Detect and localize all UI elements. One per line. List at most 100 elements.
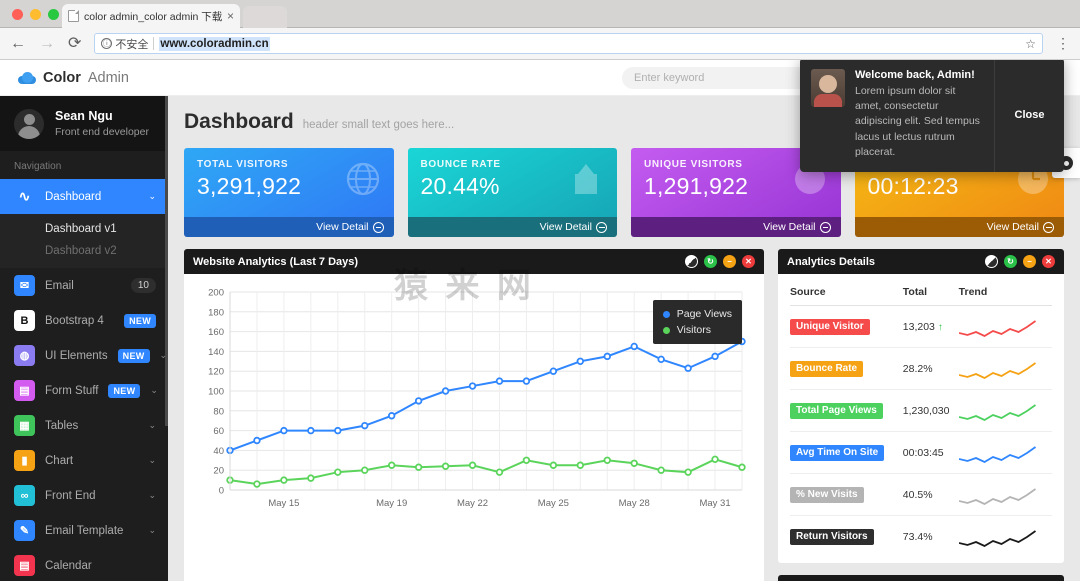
- sidebar-item-label: Calendar: [45, 559, 92, 572]
- maximize-window-button[interactable]: [48, 9, 59, 20]
- stat-card-footer[interactable]: View Detail: [854, 217, 1064, 237]
- new-tab-button[interactable]: [243, 6, 287, 28]
- panel-title: Website Analytics (Last 7 Days): [193, 255, 359, 268]
- sidebar-item-label: Form Stuff: [45, 384, 99, 397]
- total-cell: 13,203 ↑: [902, 305, 959, 348]
- panel-header: Analytics Details ↻ − ✕: [778, 249, 1064, 274]
- sidebar-subitem-dashboard-v1[interactable]: Dashboard v1: [0, 218, 168, 240]
- sidebar: Sean Ngu Front end developer Navigation …: [0, 96, 168, 581]
- pulse-icon: ∿: [18, 188, 31, 205]
- browser-menu-icon[interactable]: ⋮: [1056, 35, 1070, 52]
- globe-icon: [346, 162, 380, 199]
- sidebar-item-front-end[interactable]: ∞ Front End ⌄: [0, 478, 168, 513]
- sidebar-item-email-template[interactable]: ✎ Email Template ⌄: [0, 513, 168, 548]
- panel-minimize-button[interactable]: −: [723, 255, 736, 268]
- sidebar-item-label: Dashboard: [45, 190, 102, 203]
- panel-close-button[interactable]: ✕: [742, 255, 755, 268]
- arrow-circle-icon: [1043, 221, 1054, 233]
- panel-reload-button[interactable]: ↻: [1004, 255, 1017, 268]
- legend-item-visitors[interactable]: Visitors: [662, 322, 732, 338]
- sidebar-profile-name: Sean Ngu: [55, 109, 113, 123]
- panel-reload-button[interactable]: ↻: [704, 255, 717, 268]
- panel-expand-button[interactable]: [685, 255, 698, 268]
- source-cell: Total Page Views: [790, 389, 903, 432]
- svg-text:180: 180: [208, 307, 224, 318]
- toast-message: Lorem ipsum dolor sit amet, consectetur …: [855, 85, 980, 158]
- bootstrap-icon: B: [14, 310, 35, 332]
- sidebar-item-email[interactable]: ✉ Email 10: [0, 268, 168, 303]
- svg-text:160: 160: [208, 327, 224, 338]
- browser-tab-title: color admin_color admin 下载: [84, 10, 222, 23]
- sidebar-profile[interactable]: Sean Ngu Front end developer: [0, 96, 168, 152]
- legend-label: Visitors: [676, 324, 711, 336]
- panel-close-button[interactable]: ✕: [1042, 255, 1055, 268]
- welcome-notification-toast: Welcome back, Admin! Lorem ipsum dolor s…: [800, 60, 1064, 173]
- browser-titlebar: color admin_color admin 下载 ×: [0, 0, 1080, 28]
- table-row: Total Page Views 1,230,030: [790, 389, 1052, 432]
- new-badge: NEW: [108, 383, 141, 398]
- legend-dot-page-views: [662, 310, 670, 318]
- sidebar-item-tables[interactable]: ▦ Tables ⌄: [0, 408, 168, 443]
- sidebar-profile-role: Front end developer: [55, 125, 149, 138]
- sidebar-item-dashboard[interactable]: ∿ Dashboard ⌄: [0, 179, 168, 215]
- source-cell: Unique Visitor: [790, 305, 903, 348]
- panel-buttons: ↻ − ✕: [685, 255, 755, 268]
- view-detail-label: View Detail: [763, 221, 816, 233]
- stat-card-footer[interactable]: View Detail: [631, 217, 841, 237]
- cloud-icon: [18, 71, 36, 84]
- total-cell: 00:03:45: [902, 431, 959, 474]
- stat-card-footer[interactable]: View Detail: [407, 217, 617, 237]
- address-bar-url[interactable]: www.coloradmin.cn: [159, 36, 270, 51]
- stat-card-total-visitors[interactable]: TOTAL VISITORS 3,291,922 View Detail: [184, 148, 394, 237]
- total-cell: 1,230,030: [902, 389, 959, 432]
- sidebar-item-bootstrap-4[interactable]: B Bootstrap 4 NEW: [0, 303, 168, 338]
- panel-button-glyph: −: [727, 257, 732, 266]
- brand-logo[interactable]: Color Admin: [0, 70, 168, 86]
- security-indicator[interactable]: ⓘ 不安全: [101, 36, 148, 52]
- tab-close-icon[interactable]: ×: [227, 10, 234, 22]
- chevron-down-icon: ⌄: [148, 420, 156, 431]
- trend-cell: [958, 347, 1052, 390]
- sidebar-item-ui-elements[interactable]: ◍ UI Elements NEW ⌄: [0, 338, 168, 373]
- source-tag: Return Visitors: [790, 528, 874, 545]
- trend-cell: [958, 473, 1052, 516]
- panel-expand-button[interactable]: [985, 255, 998, 268]
- chevron-down-icon: ⌄: [150, 385, 158, 396]
- sidebar-section-label: Navigation: [14, 161, 62, 173]
- trend-cell: [958, 516, 1052, 558]
- up-arrow-icon: ↑: [937, 321, 943, 333]
- brand-name-bold: Color: [43, 69, 81, 86]
- stat-card-bounce-rate[interactable]: BOUNCE RATE 20.44% View Detail: [407, 148, 617, 237]
- column-header: Trend: [958, 282, 1052, 306]
- svg-text:May 28: May 28: [619, 498, 650, 509]
- sidebar-subitem-dashboard-v2[interactable]: Dashboard v2: [0, 240, 168, 262]
- browser-tab[interactable]: color admin_color admin 下载 ×: [62, 4, 240, 28]
- panel-minimize-button[interactable]: −: [1023, 255, 1036, 268]
- legend-item-page-views[interactable]: Page Views: [662, 306, 732, 322]
- panel-button-glyph: ✕: [1045, 257, 1052, 266]
- briefcase-icon: ▤: [14, 380, 35, 402]
- view-detail-label: View Detail: [986, 221, 1039, 233]
- sidebar-item-label: Tables: [45, 419, 79, 432]
- new-badge: NEW: [117, 348, 150, 363]
- analytics-table: Source Total Trend Unique Visitor 13,203 ↑ B…: [790, 282, 1052, 557]
- address-bar[interactable]: ⓘ 不安全 www.coloradmin.cn ☆: [94, 33, 1043, 54]
- close-window-button[interactable]: [12, 9, 23, 20]
- ui-elements-icon: ◍: [14, 345, 35, 367]
- toast-close-button[interactable]: Close: [994, 60, 1064, 173]
- sidebar-item-form-stuff[interactable]: ▤ Form Stuff NEW ⌄: [0, 373, 168, 408]
- source-tag: Total Page Views: [790, 402, 883, 419]
- sparkline: [958, 404, 1036, 422]
- sidebar-item-label: Chart: [45, 454, 74, 467]
- stat-card-footer[interactable]: View Detail: [184, 217, 394, 237]
- back-icon[interactable]: ←: [10, 35, 26, 52]
- table-row: Unique Visitor 13,203 ↑: [790, 305, 1052, 348]
- sidebar-item-chart[interactable]: ▮ Chart ⌄: [0, 443, 168, 478]
- infinity-icon: ∞: [14, 485, 35, 507]
- reload-icon[interactable]: ⟳: [68, 35, 81, 52]
- legend-dot-visitors: [662, 326, 670, 334]
- forward-icon[interactable]: →: [39, 35, 55, 52]
- bookmark-star-icon[interactable]: ☆: [1025, 37, 1036, 51]
- sidebar-item-calendar[interactable]: ▤ Calendar: [0, 548, 168, 581]
- minimize-window-button[interactable]: [30, 9, 41, 20]
